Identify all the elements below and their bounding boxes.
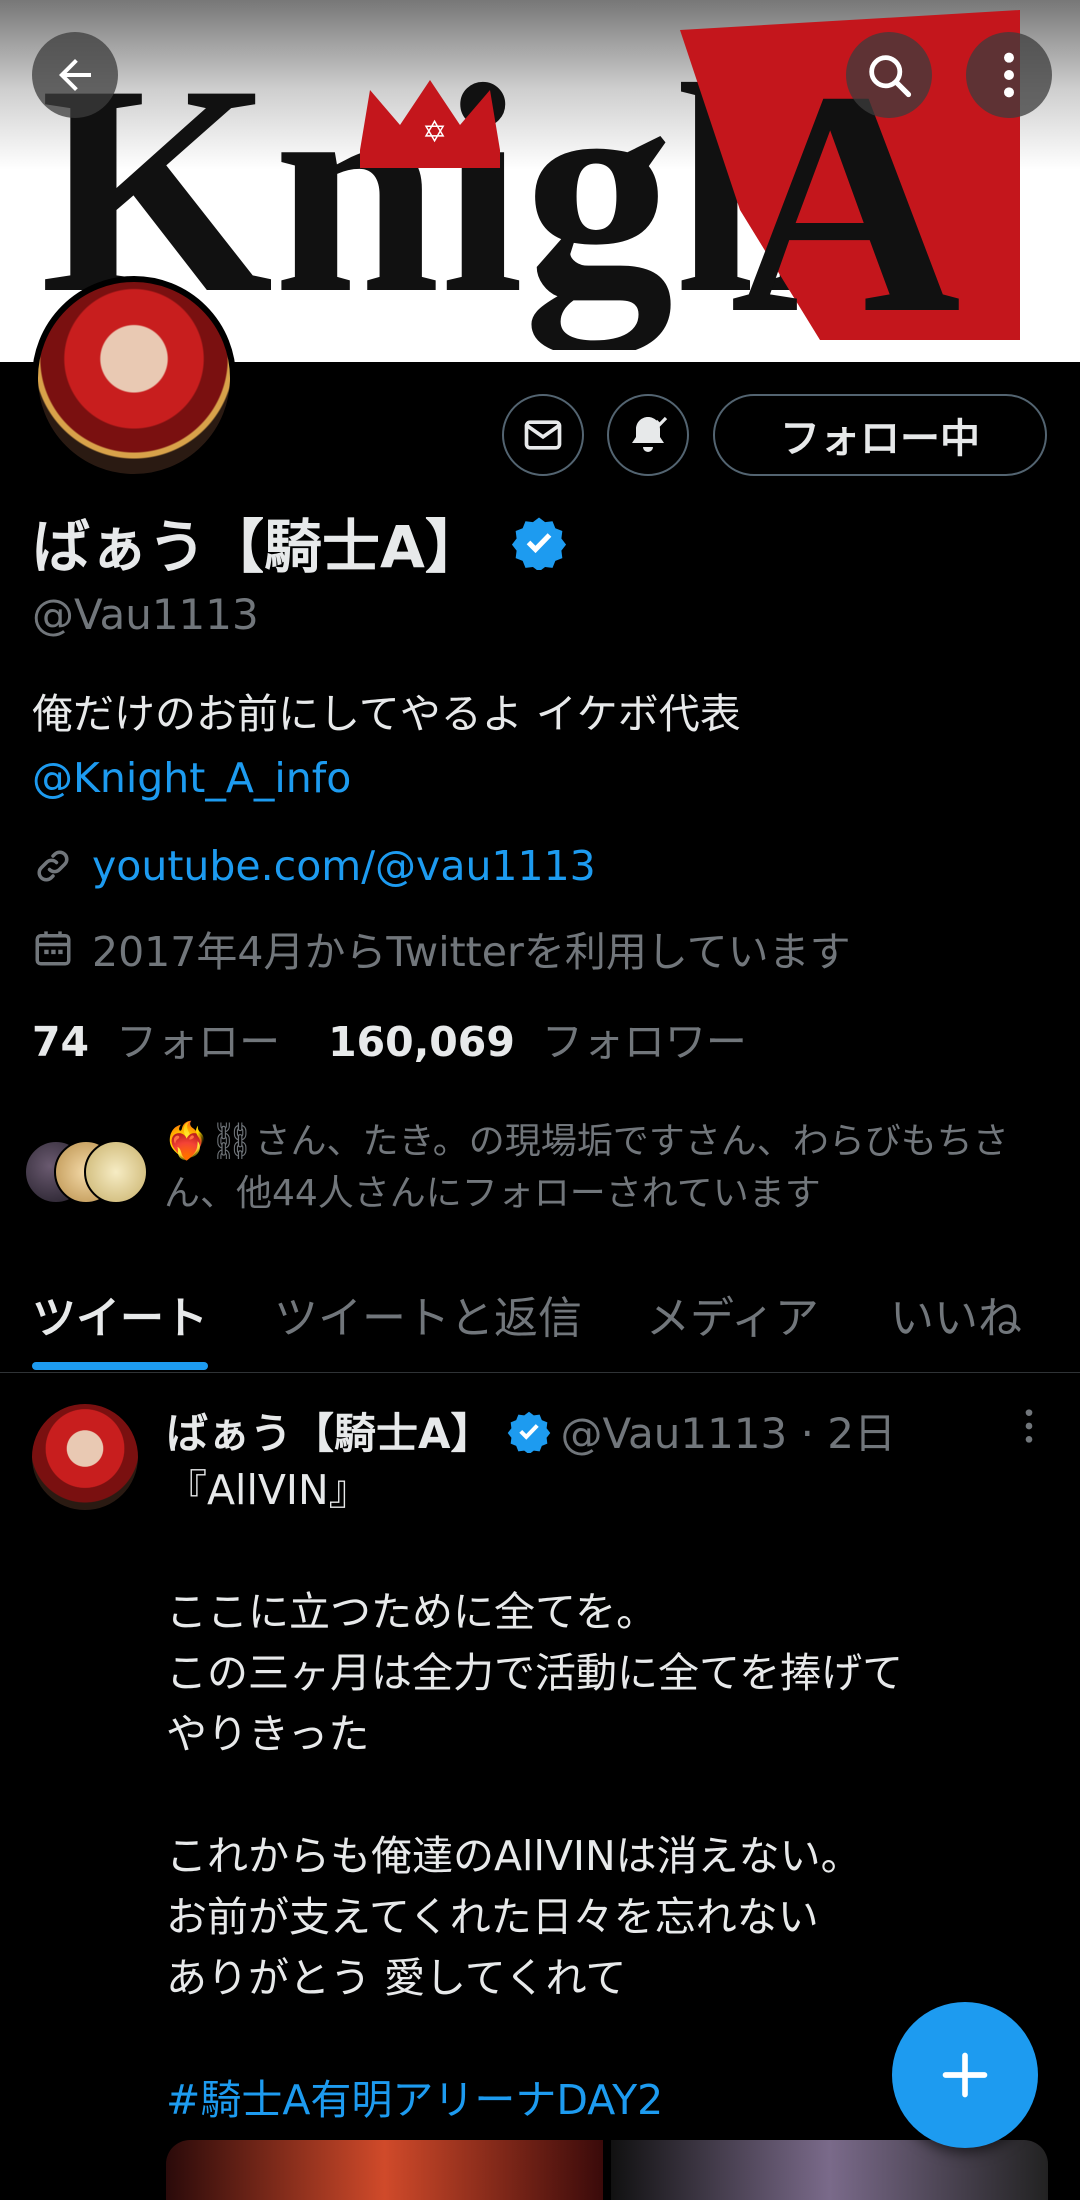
profile-name: ばぁう【騎士A】 [32, 513, 483, 581]
bell-check-icon [632, 416, 668, 452]
tweet-text: 『AllVIN』 ここに立つために全てを。 この三ヶ月は全力で活動に全てを捧げて… [166, 1466, 904, 2002]
profile-avatar[interactable] [32, 276, 236, 480]
tweet-author-name[interactable]: ばぁう【騎士A】 [166, 1400, 493, 1461]
back-button[interactable] [32, 32, 118, 118]
joined-row: 2017年4月からTwitterを利用しています [32, 918, 851, 978]
more-button[interactable] [966, 32, 1052, 118]
active-tab-indicator [32, 1362, 208, 1370]
followed-by-text: ❤️‍🔥⛓さん、たき。の現場垢ですさん、わらびもちさん、他44人さんにフォローさ… [164, 1121, 1009, 1214]
media-thumbnail[interactable] [166, 2140, 603, 2200]
tweet-hashtag[interactable]: #騎士A有明アリーナDAY2 [166, 2066, 663, 2126]
tab-tweets-replies[interactable]: ツイートと返信 [274, 1282, 582, 1346]
search-button[interactable] [846, 32, 932, 118]
tweet-more-icon[interactable] [1014, 1406, 1044, 1446]
verified-badge-icon [507, 1411, 550, 1453]
verified-badge-icon [511, 517, 566, 570]
profile-tabs: ツイート ツイートと返信 メディア いいね [0, 1272, 1080, 1373]
profile-name-row: ばぁう【騎士A】 [32, 500, 567, 584]
tab-tweets[interactable]: ツイート [32, 1282, 208, 1346]
website-row: youtube.com/@vau1113 [32, 842, 596, 890]
followers-count-link[interactable]: 160,069 フォロワー [328, 1008, 747, 1068]
plus-icon [942, 2052, 988, 2098]
notifications-button[interactable] [607, 394, 689, 476]
follower-avatar [84, 1140, 148, 1204]
arrow-left-icon [59, 59, 91, 91]
compose-tweet-button[interactable] [892, 2002, 1038, 2148]
tab-media[interactable]: メディア [646, 1282, 819, 1346]
following-button[interactable]: フォロー中 [713, 394, 1047, 476]
following-count-link[interactable]: 74 フォロー [32, 1008, 280, 1068]
followers-label: フォロワー [541, 1018, 747, 1066]
bio-mention-link[interactable]: @Knight_A_info [32, 746, 741, 810]
follow-counts: 74 フォロー 160,069 フォロワー [32, 1008, 747, 1068]
tweet-media[interactable] [166, 2140, 1048, 2200]
search-icon [869, 55, 912, 98]
followers-count: 160,069 [328, 1018, 515, 1066]
tweet-meta: @Vau1113 · 2日 [560, 1409, 897, 1458]
tab-likes[interactable]: いいね [890, 1282, 1022, 1346]
following-label: フォロー [116, 1018, 281, 1066]
more-vertical-icon [1004, 52, 1014, 98]
following-count: 74 [32, 1018, 90, 1066]
joined-date: 2017年4月からTwitterを利用しています [92, 928, 851, 976]
followed-by-row[interactable]: ❤️‍🔥⛓さん、たき。の現場垢ですさん、わらびもちさん、他44人さんにフォローさ… [24, 1116, 1054, 1226]
website-link[interactable]: youtube.com/@vau1113 [92, 842, 596, 890]
message-button[interactable] [502, 394, 584, 476]
bio-text: 俺だけのお前にしてやるよ イケボ代表 [32, 690, 741, 738]
link-icon [37, 850, 69, 882]
calendar-icon [35, 931, 71, 966]
tweet-header: ばぁう【騎士A】 @Vau1113 · 2日 [166, 1400, 896, 1461]
profile-handle: @Vau1113 [32, 590, 259, 639]
tweet-avatar[interactable] [32, 1404, 138, 1510]
mail-icon [524, 420, 562, 450]
profile-bio: 俺だけのお前にしてやるよ イケボ代表 @Knight_A_info [32, 682, 741, 810]
media-thumbnail[interactable] [611, 2140, 1048, 2200]
svg-text:✡: ✡ [422, 115, 447, 150]
